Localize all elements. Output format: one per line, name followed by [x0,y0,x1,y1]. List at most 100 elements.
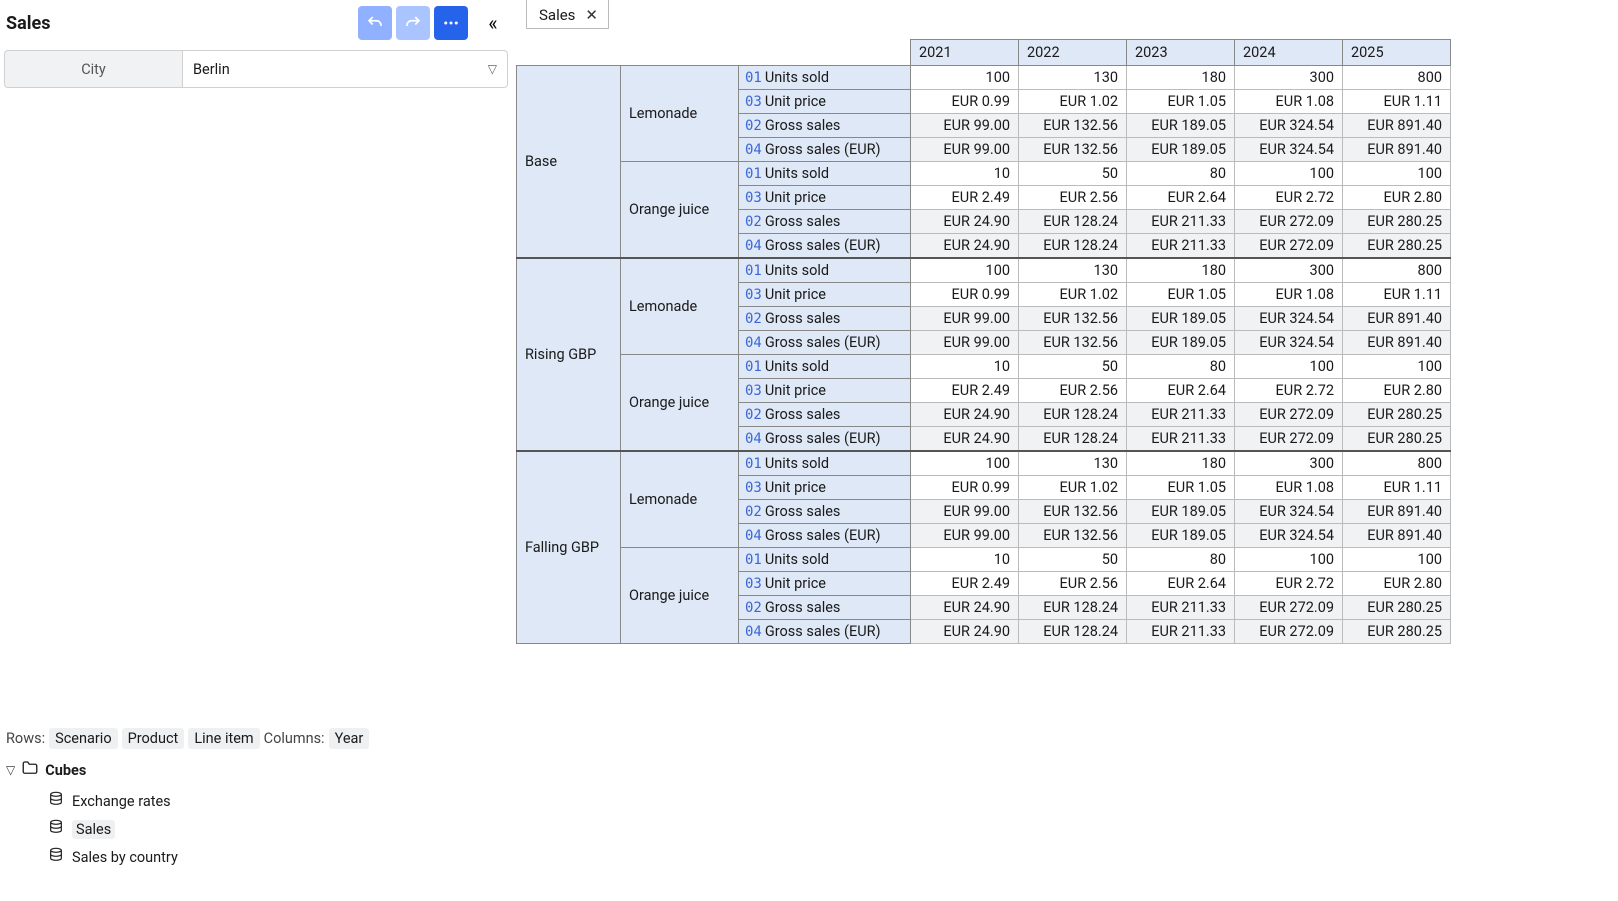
grid-cell[interactable]: 300 [1235,258,1343,283]
grid-cell[interactable]: 50 [1019,162,1127,186]
grid-cell[interactable]: EUR 891.40 [1343,307,1451,331]
year-header[interactable]: 2021 [911,40,1019,66]
lineitem-header[interactable]: 02Gross sales [739,210,911,234]
lineitem-header[interactable]: 01Units sold [739,451,911,476]
year-header[interactable]: 2022 [1019,40,1127,66]
grid-cell[interactable]: EUR 891.40 [1343,500,1451,524]
grid-cell[interactable]: EUR 99.00 [911,138,1019,162]
scenario-header[interactable]: Rising GBP [517,258,621,451]
grid-cell[interactable]: 10 [911,548,1019,572]
grid-cell[interactable]: EUR 211.33 [1127,427,1235,452]
grid-cell[interactable]: EUR 0.99 [911,476,1019,500]
lineitem-header[interactable]: 01Units sold [739,548,911,572]
grid-cell[interactable]: EUR 272.09 [1235,234,1343,259]
grid-cell[interactable]: EUR 1.11 [1343,476,1451,500]
grid-cell[interactable]: EUR 189.05 [1127,500,1235,524]
year-header[interactable]: 2024 [1235,40,1343,66]
more-button[interactable] [434,6,468,40]
grid-cell[interactable]: 800 [1343,66,1451,90]
lineitem-header[interactable]: 04Gross sales (EUR) [739,427,911,452]
grid-cell[interactable]: EUR 272.09 [1235,427,1343,452]
product-header[interactable]: Lemonade [621,451,739,548]
lineitem-header[interactable]: 03Unit price [739,379,911,403]
tab-sales[interactable]: Sales ✕ [526,0,609,29]
grid-cell[interactable]: EUR 2.72 [1235,379,1343,403]
grid-cell[interactable]: 180 [1127,451,1235,476]
grid-cell[interactable]: EUR 280.25 [1343,620,1451,644]
lineitem-header[interactable]: 03Unit price [739,572,911,596]
grid-cell[interactable]: EUR 891.40 [1343,138,1451,162]
grid-cell[interactable]: EUR 891.40 [1343,331,1451,355]
grid-cell[interactable]: EUR 2.56 [1019,186,1127,210]
grid-cell[interactable]: 100 [1343,162,1451,186]
grid-cell[interactable]: EUR 324.54 [1235,114,1343,138]
grid-cell[interactable]: EUR 1.11 [1343,283,1451,307]
grid-cell[interactable]: EUR 2.64 [1127,186,1235,210]
grid-cell[interactable]: EUR 1.02 [1019,476,1127,500]
grid-cell[interactable]: EUR 2.72 [1235,186,1343,210]
lineitem-header[interactable]: 04Gross sales (EUR) [739,234,911,259]
grid-cell[interactable]: EUR 132.56 [1019,138,1127,162]
grid-cell[interactable]: 100 [1235,548,1343,572]
cube-item[interactable]: Exchange rates [6,787,506,815]
grid-cell[interactable]: 130 [1019,66,1127,90]
grid-cell[interactable]: EUR 2.72 [1235,572,1343,596]
grid-cell[interactable]: EUR 272.09 [1235,596,1343,620]
grid-cell[interactable]: EUR 24.90 [911,210,1019,234]
grid-cell[interactable]: EUR 1.05 [1127,283,1235,307]
grid-cell[interactable]: EUR 211.33 [1127,234,1235,259]
scenario-header[interactable]: Falling GBP [517,451,621,644]
grid-cell[interactable]: 50 [1019,548,1127,572]
grid-cell[interactable]: EUR 324.54 [1235,524,1343,548]
grid-cell[interactable]: 100 [1235,355,1343,379]
grid-cell[interactable]: EUR 24.90 [911,403,1019,427]
filter-value-select[interactable]: Berlin ▽ [182,50,508,88]
grid-cell[interactable]: EUR 0.99 [911,90,1019,114]
grid-cell[interactable]: EUR 2.49 [911,186,1019,210]
lineitem-header[interactable]: 02Gross sales [739,403,911,427]
cube-item[interactable]: Sales by country [6,843,506,871]
grid-cell[interactable]: EUR 2.80 [1343,379,1451,403]
grid-cell[interactable]: EUR 1.11 [1343,90,1451,114]
grid-cell[interactable]: EUR 280.25 [1343,210,1451,234]
grid-cell[interactable]: EUR 99.00 [911,524,1019,548]
grid-cell[interactable]: 180 [1127,66,1235,90]
grid-cell[interactable]: EUR 189.05 [1127,114,1235,138]
grid-cell[interactable]: 180 [1127,258,1235,283]
grid-cell[interactable]: EUR 2.64 [1127,572,1235,596]
grid-cell[interactable]: EUR 891.40 [1343,114,1451,138]
grid-cell[interactable]: 100 [1235,162,1343,186]
grid-cell[interactable]: EUR 211.33 [1127,596,1235,620]
grid-cell[interactable]: 80 [1127,162,1235,186]
lineitem-header[interactable]: 03Unit price [739,283,911,307]
grid-cell[interactable]: EUR 1.02 [1019,90,1127,114]
grid-cell[interactable]: EUR 2.80 [1343,572,1451,596]
lineitem-header[interactable]: 03Unit price [739,476,911,500]
grid-cell[interactable]: EUR 189.05 [1127,331,1235,355]
lineitem-header[interactable]: 04Gross sales (EUR) [739,524,911,548]
grid-cell[interactable]: EUR 189.05 [1127,307,1235,331]
grid-cell[interactable]: EUR 2.56 [1019,379,1127,403]
lineitem-header[interactable]: 01Units sold [739,355,911,379]
grid-cell[interactable]: EUR 1.05 [1127,90,1235,114]
grid-cell[interactable]: EUR 1.02 [1019,283,1127,307]
undo-button[interactable] [358,6,392,40]
grid-cell[interactable]: EUR 1.08 [1235,90,1343,114]
grid-cell[interactable]: EUR 2.80 [1343,186,1451,210]
grid-cell[interactable]: EUR 211.33 [1127,403,1235,427]
grid-cell[interactable]: EUR 2.49 [911,379,1019,403]
scenario-header[interactable]: Base [517,66,621,259]
grid-cell[interactable]: 10 [911,162,1019,186]
grid-cell[interactable]: EUR 272.09 [1235,620,1343,644]
grid-cell[interactable]: 100 [911,66,1019,90]
grid-cell[interactable]: EUR 324.54 [1235,307,1343,331]
product-header[interactable]: Orange juice [621,355,739,452]
grid-cell[interactable]: EUR 0.99 [911,283,1019,307]
grid-cell[interactable]: 100 [1343,355,1451,379]
grid-cell[interactable]: EUR 280.25 [1343,427,1451,452]
grid-cell[interactable]: EUR 1.05 [1127,476,1235,500]
grid-cell[interactable]: 800 [1343,258,1451,283]
grid-cell[interactable]: EUR 132.56 [1019,307,1127,331]
grid-cell[interactable]: EUR 280.25 [1343,596,1451,620]
lineitem-header[interactable]: 04Gross sales (EUR) [739,331,911,355]
